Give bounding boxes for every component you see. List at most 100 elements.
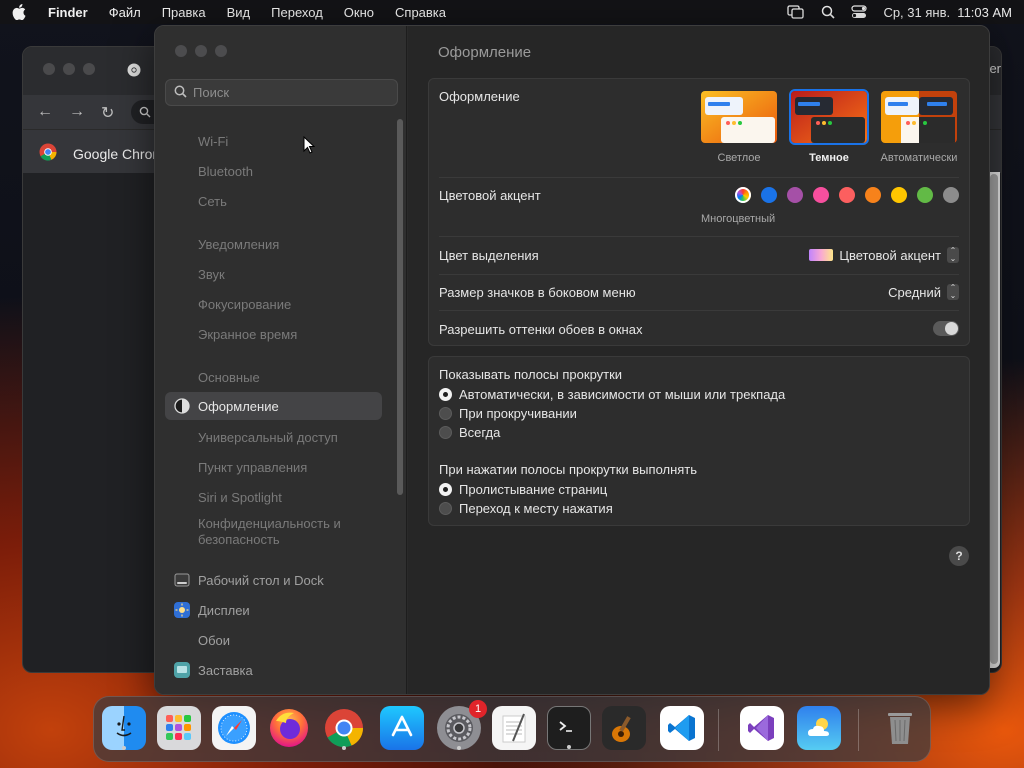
accent-swatch-multicolor[interactable] (735, 187, 751, 203)
menu-bar: Finder Файл Правка Вид Переход Окно Спра… (0, 0, 1024, 24)
launchpad-icon[interactable] (157, 706, 201, 750)
accent-swatch-graphite[interactable] (943, 187, 959, 203)
menu-window[interactable]: Окно (344, 5, 374, 20)
sidebar-item-notifications[interactable]: Уведомления (165, 230, 382, 258)
chrome-bookmark-item[interactable]: Google Chrom (39, 143, 164, 164)
popup-stepper-icon: ⌃ ⌄ (947, 247, 959, 263)
app-name-menu[interactable]: Finder (48, 5, 88, 20)
sidebar-item-siri-spotlight[interactable]: Siri и Spotlight (165, 483, 382, 511)
firefox-icon[interactable] (267, 706, 311, 750)
menu-edit[interactable]: Правка (162, 5, 206, 20)
sidebar-item-wifi[interactable]: Wi-Fi (165, 127, 382, 155)
apple-menu-icon[interactable] (12, 4, 28, 20)
control-center-icon[interactable] (851, 5, 868, 19)
menu-view[interactable]: Вид (227, 5, 251, 20)
help-button[interactable]: ? (949, 546, 969, 566)
reload-icon[interactable]: ↻ (101, 103, 114, 123)
sidebar-icon-size-value: Средний (888, 284, 941, 300)
highlight-color-chip (809, 249, 834, 261)
search-input[interactable] (193, 85, 383, 100)
settings-window-controls[interactable] (175, 45, 227, 57)
sidebar-item-appearance[interactable]: Оформление (165, 392, 382, 420)
sidebar-item-label: Рабочий стол и Dock (198, 572, 324, 588)
scroll-click-option-jump[interactable]: Переход к месту нажатия (439, 501, 613, 516)
sidebar-item-network[interactable]: Сеть (165, 187, 382, 215)
scrollbars-option-scrolling[interactable]: При прокручивании (439, 406, 577, 421)
menu-go[interactable]: Переход (271, 5, 323, 20)
textedit-icon[interactable] (492, 706, 536, 750)
vscode-icon[interactable] (660, 706, 704, 750)
menubar-clock[interactable]: Ср, 31 янв. 11:03 AM (883, 5, 1012, 20)
sidebar-item-bluetooth[interactable]: Bluetooth (165, 157, 382, 185)
accent-swatch-yellow[interactable] (891, 187, 907, 203)
sidebar-item-privacy[interactable]: Конфиденциальность и безопасность (165, 514, 382, 550)
weather-icon[interactable] (797, 706, 841, 750)
displays-icon (174, 602, 190, 618)
scrollbars-option-always[interactable]: Всегда (439, 425, 500, 440)
accent-swatch-pink[interactable] (813, 187, 829, 203)
radio-button[interactable] (439, 388, 452, 401)
menu-help[interactable]: Справка (395, 5, 446, 20)
radio-button[interactable] (439, 407, 452, 420)
sidebar-item-screen-time[interactable]: Экранное время (165, 320, 382, 348)
chrome-icon[interactable] (322, 706, 366, 750)
app-store-icon[interactable] (380, 706, 424, 750)
zoom-button[interactable] (215, 45, 227, 57)
radio-button[interactable] (439, 426, 452, 439)
accent-swatch-green[interactable] (917, 187, 933, 203)
spotlight-search-icon[interactable] (821, 5, 836, 19)
accent-swatch-purple[interactable] (787, 187, 803, 203)
accent-swatch-blue[interactable] (761, 187, 777, 203)
sidebar-icon-size-popup[interactable]: Средний ⌃ ⌄ (888, 284, 959, 300)
appearance-option-dark[interactable]: Темное (789, 89, 869, 164)
screen-mirroring-icon[interactable] (787, 5, 805, 19)
accent-swatch-orange[interactable] (865, 187, 881, 203)
chrome-edge-text: er (989, 61, 1001, 76)
scroll-click-label: При нажатии полосы прокрутки выполнять (439, 462, 698, 477)
accent-selected-label: Многоцветный (701, 213, 776, 225)
wallpaper-tint-toggle[interactable] (933, 321, 959, 336)
sidebar-item-sound[interactable]: Звук (165, 260, 382, 288)
sidebar-item-label: Звук (198, 266, 225, 282)
safari-icon[interactable] (212, 706, 256, 750)
sidebar-item-general[interactable]: Основные (165, 363, 382, 391)
terminal-icon[interactable] (547, 706, 591, 750)
finder-icon[interactable] (102, 706, 146, 750)
close-button[interactable] (175, 45, 187, 57)
garageband-icon[interactable] (602, 706, 646, 750)
page-title: Оформление (438, 44, 532, 61)
minimize-button[interactable] (195, 45, 207, 57)
visual-studio-icon[interactable] (740, 706, 784, 750)
appearance-option-light[interactable]: Светлое (699, 89, 779, 164)
chrome-scrollbar-thumb[interactable] (990, 174, 998, 664)
appearance-light-label: Светлое (717, 152, 761, 164)
trash-icon[interactable] (878, 706, 922, 750)
radio-button[interactable] (439, 502, 452, 515)
scroll-click-option-page[interactable]: Пролистывание страниц (439, 482, 607, 497)
chrome-tab-favicon-icon[interactable] (127, 63, 141, 80)
sidebar-item-accessibility[interactable]: Универсальный доступ (165, 423, 382, 451)
settings-content: Оформление Оформление Светлое Темное Авт… (408, 26, 989, 694)
highlight-color-popup[interactable]: Цветовой акцент ⌃ ⌄ (809, 247, 959, 263)
radio-label: Пролистывание страниц (459, 482, 608, 497)
radio-button[interactable] (439, 483, 452, 496)
sidebar-item-screensaver[interactable]: Заставка (165, 656, 382, 684)
sidebar-item-desktop-dock[interactable]: Рабочий стол и Dock (165, 566, 382, 594)
system-settings-icon[interactable]: 1 (437, 700, 487, 750)
scrollbars-option-auto[interactable]: Автоматически, в зависимости от мыши или… (439, 387, 785, 402)
sidebar-item-control-center[interactable]: Пункт управления (165, 453, 382, 481)
back-arrow-icon[interactable]: ← (37, 103, 53, 121)
forward-arrow-icon[interactable]: → (69, 103, 85, 121)
sidebar-scrollbar[interactable] (397, 119, 403, 495)
appearance-option-auto[interactable]: Автоматически (879, 89, 959, 164)
sidebar-item-focus[interactable]: Фокусирование (165, 290, 382, 318)
sidebar-item-label: Сеть (198, 193, 227, 209)
accent-swatch-red[interactable] (839, 187, 855, 203)
menu-file[interactable]: Файл (109, 5, 141, 20)
appearance-options: Светлое Темное Автоматически (699, 89, 959, 164)
sidebar-item-label: Конфиденциальность и безопасность (198, 516, 341, 547)
sidebar-search-field[interactable] (165, 79, 398, 106)
chrome-window-controls[interactable] (43, 63, 95, 75)
sidebar-item-wallpaper[interactable]: Обои (165, 626, 382, 654)
sidebar-item-displays[interactable]: Дисплеи (165, 596, 382, 624)
